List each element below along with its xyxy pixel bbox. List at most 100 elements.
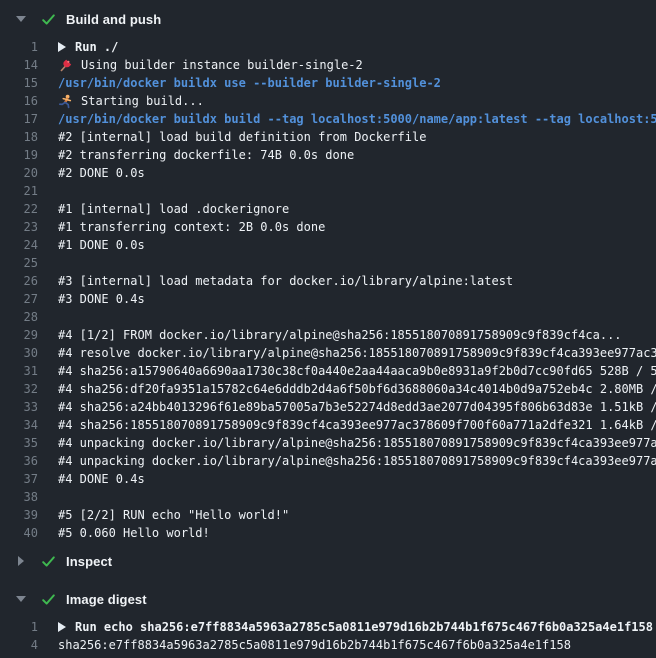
line-number[interactable]: 29 bbox=[0, 326, 38, 344]
section-title: Image digest bbox=[66, 592, 147, 607]
log-line: 33 #4 sha256:a24bb4013296f61e89ba57005a7b… bbox=[0, 398, 656, 416]
line-number[interactable]: 39 bbox=[0, 506, 38, 524]
chevron-down-icon[interactable] bbox=[15, 16, 27, 22]
log-text: #1 DONE 0.0s bbox=[58, 236, 656, 254]
section-header-build-and-push[interactable]: Build and push bbox=[0, 6, 656, 32]
line-number[interactable]: 23 bbox=[0, 218, 38, 236]
log-text-content: /usr/bin/docker buildx build --tag local… bbox=[58, 110, 656, 128]
line-number[interactable]: 34 bbox=[0, 416, 38, 434]
section-title: Build and push bbox=[66, 12, 161, 27]
log-text-content: #4 resolve docker.io/library/alpine@sha2… bbox=[58, 344, 656, 362]
log-text: #1 transferring context: 2B 0.0s done bbox=[58, 218, 656, 236]
run-marker-icon bbox=[58, 622, 66, 632]
log-text: #4 DONE 0.4s bbox=[58, 470, 656, 488]
line-number[interactable]: 27 bbox=[0, 290, 38, 308]
line-number[interactable]: 20 bbox=[0, 164, 38, 182]
log-text: #4 unpacking docker.io/library/alpine@sh… bbox=[58, 452, 656, 470]
line-number[interactable]: 22 bbox=[0, 200, 38, 218]
log-text: Starting build... bbox=[58, 92, 656, 110]
caret-shape bbox=[18, 556, 24, 566]
log-line: 23 #1 transferring context: 2B 0.0s done bbox=[0, 218, 656, 236]
check-icon bbox=[40, 553, 56, 569]
log-line: 16 Starting build... bbox=[0, 92, 656, 110]
log-text: sha256:e7ff8834a5963a2785c5a0811e979d16b… bbox=[58, 636, 656, 654]
line-number[interactable]: 16 bbox=[0, 92, 38, 110]
log-text-content: #2 transferring dockerfile: 74B 0.0s don… bbox=[58, 146, 354, 164]
line-number[interactable]: 18 bbox=[0, 128, 38, 146]
log-text: #3 [internal] load metadata for docker.i… bbox=[58, 272, 656, 290]
line-number[interactable]: 24 bbox=[0, 236, 38, 254]
line-number[interactable]: 28 bbox=[0, 308, 38, 326]
log-text-content: #4 unpacking docker.io/library/alpine@sh… bbox=[58, 434, 656, 452]
line-number[interactable]: 36 bbox=[0, 452, 38, 470]
log-line: 18 #2 [internal] load build definition fr… bbox=[0, 128, 656, 146]
line-number[interactable]: 25 bbox=[0, 254, 38, 272]
log-text-content: #3 [internal] load metadata for docker.i… bbox=[58, 272, 513, 290]
log-section-inspect: Inspect bbox=[0, 548, 656, 574]
log-line: 37 #4 DONE 0.4s bbox=[0, 470, 656, 488]
runner-icon bbox=[58, 94, 73, 109]
log-text: /usr/bin/docker buildx build --tag local… bbox=[58, 110, 656, 128]
log-text-content: #4 sha256:df20fa9351a15782c64e6dddb2d4a6… bbox=[58, 380, 656, 398]
log-line: 28 bbox=[0, 308, 656, 326]
log-line: 38 bbox=[0, 488, 656, 506]
log-text: #2 DONE 0.0s bbox=[58, 164, 656, 182]
log-line: 22 #1 [internal] load .dockerignore bbox=[0, 200, 656, 218]
section-header-inspect[interactable]: Inspect bbox=[0, 548, 656, 574]
log-text-content: #4 unpacking docker.io/library/alpine@sh… bbox=[58, 452, 656, 470]
log-text-content: #4 DONE 0.4s bbox=[58, 470, 145, 488]
log-text: Using builder instance builder-single-2 bbox=[58, 56, 656, 74]
log-text-content: Run ./ bbox=[75, 38, 118, 56]
run-marker-icon bbox=[58, 42, 66, 52]
log-text: #4 resolve docker.io/library/alpine@sha2… bbox=[58, 344, 656, 362]
log-line: 32 #4 sha256:df20fa9351a15782c64e6dddb2d4… bbox=[0, 380, 656, 398]
log-line: 24 #1 DONE 0.0s bbox=[0, 236, 656, 254]
log-text-content: #4 sha256:a24bb4013296f61e89ba57005a7b3e… bbox=[58, 398, 656, 416]
log-line: 14 Using builder instance builder-single-… bbox=[0, 56, 656, 74]
log-line: 27#3 DONE 0.4s bbox=[0, 290, 656, 308]
line-number[interactable]: 1 bbox=[0, 38, 38, 56]
line-number[interactable]: 35 bbox=[0, 434, 38, 452]
line-number[interactable]: 33 bbox=[0, 398, 38, 416]
caret-shape bbox=[16, 16, 26, 22]
section-header-image-digest[interactable]: Image digest bbox=[0, 586, 656, 612]
line-number[interactable]: 4 bbox=[0, 636, 38, 654]
log-line: 15/usr/bin/docker buildx use --builder b… bbox=[0, 74, 656, 92]
line-number[interactable]: 17 bbox=[0, 110, 38, 128]
log-text: #4 sha256:185518070891758909c9f839cf4ca3… bbox=[58, 416, 656, 434]
line-number[interactable]: 30 bbox=[0, 344, 38, 362]
line-number[interactable]: 21 bbox=[0, 182, 38, 200]
line-number[interactable]: 14 bbox=[0, 56, 38, 74]
log-line: 20 #2 DONE 0.0s bbox=[0, 164, 656, 182]
log-line: 26 #3 [internal] load metadata for docker… bbox=[0, 272, 656, 290]
line-number[interactable]: 32 bbox=[0, 380, 38, 398]
log-line: 31#4 sha256:a15790640a6690aa1730c38cf0a4… bbox=[0, 362, 656, 380]
line-number[interactable]: 26 bbox=[0, 272, 38, 290]
log-text: #1 [internal] load .dockerignore bbox=[58, 200, 656, 218]
log-text-content: #2 DONE 0.0s bbox=[58, 164, 145, 182]
log-text: /usr/bin/docker buildx use --builder bui… bbox=[58, 74, 656, 92]
log-line: 17/usr/bin/docker buildx build --tag loc… bbox=[0, 110, 656, 128]
line-number[interactable]: 19 bbox=[0, 146, 38, 164]
log-text-content: #2 [internal] load build definition from… bbox=[58, 128, 426, 146]
log-line: 36 #4 unpacking docker.io/library/alpine@… bbox=[0, 452, 656, 470]
log-text: #2 transferring dockerfile: 74B 0.0s don… bbox=[58, 146, 656, 164]
log-text-content: #4 [1/2] FROM docker.io/library/alpine@s… bbox=[58, 326, 622, 344]
line-number[interactable]: 38 bbox=[0, 488, 38, 506]
line-number[interactable]: 37 bbox=[0, 470, 38, 488]
log-text: #4 sha256:df20fa9351a15782c64e6dddb2d4a6… bbox=[58, 380, 656, 398]
line-number[interactable]: 31 bbox=[0, 362, 38, 380]
log-text: Run echo sha256:e7ff8834a5963a2785c5a081… bbox=[58, 618, 656, 636]
chevron-right-icon[interactable] bbox=[15, 556, 27, 566]
log-line: 39#5 [2/2] RUN echo "Hello world!" bbox=[0, 506, 656, 524]
log-text-content: Using builder instance builder-single-2 bbox=[81, 56, 363, 74]
log-line: 1 Run echo sha256:e7ff8834a5963a2785c5a08… bbox=[0, 618, 656, 636]
log-line: 19 #2 transferring dockerfile: 74B 0.0s d… bbox=[0, 146, 656, 164]
line-number[interactable]: 15 bbox=[0, 74, 38, 92]
line-number[interactable]: 1 bbox=[0, 618, 38, 636]
log-line: 40#5 0.060 Hello world! bbox=[0, 524, 656, 542]
caret-shape bbox=[16, 596, 26, 602]
line-number[interactable]: 40 bbox=[0, 524, 38, 542]
log-text: #4 unpacking docker.io/library/alpine@sh… bbox=[58, 434, 656, 452]
chevron-down-icon[interactable] bbox=[15, 596, 27, 602]
